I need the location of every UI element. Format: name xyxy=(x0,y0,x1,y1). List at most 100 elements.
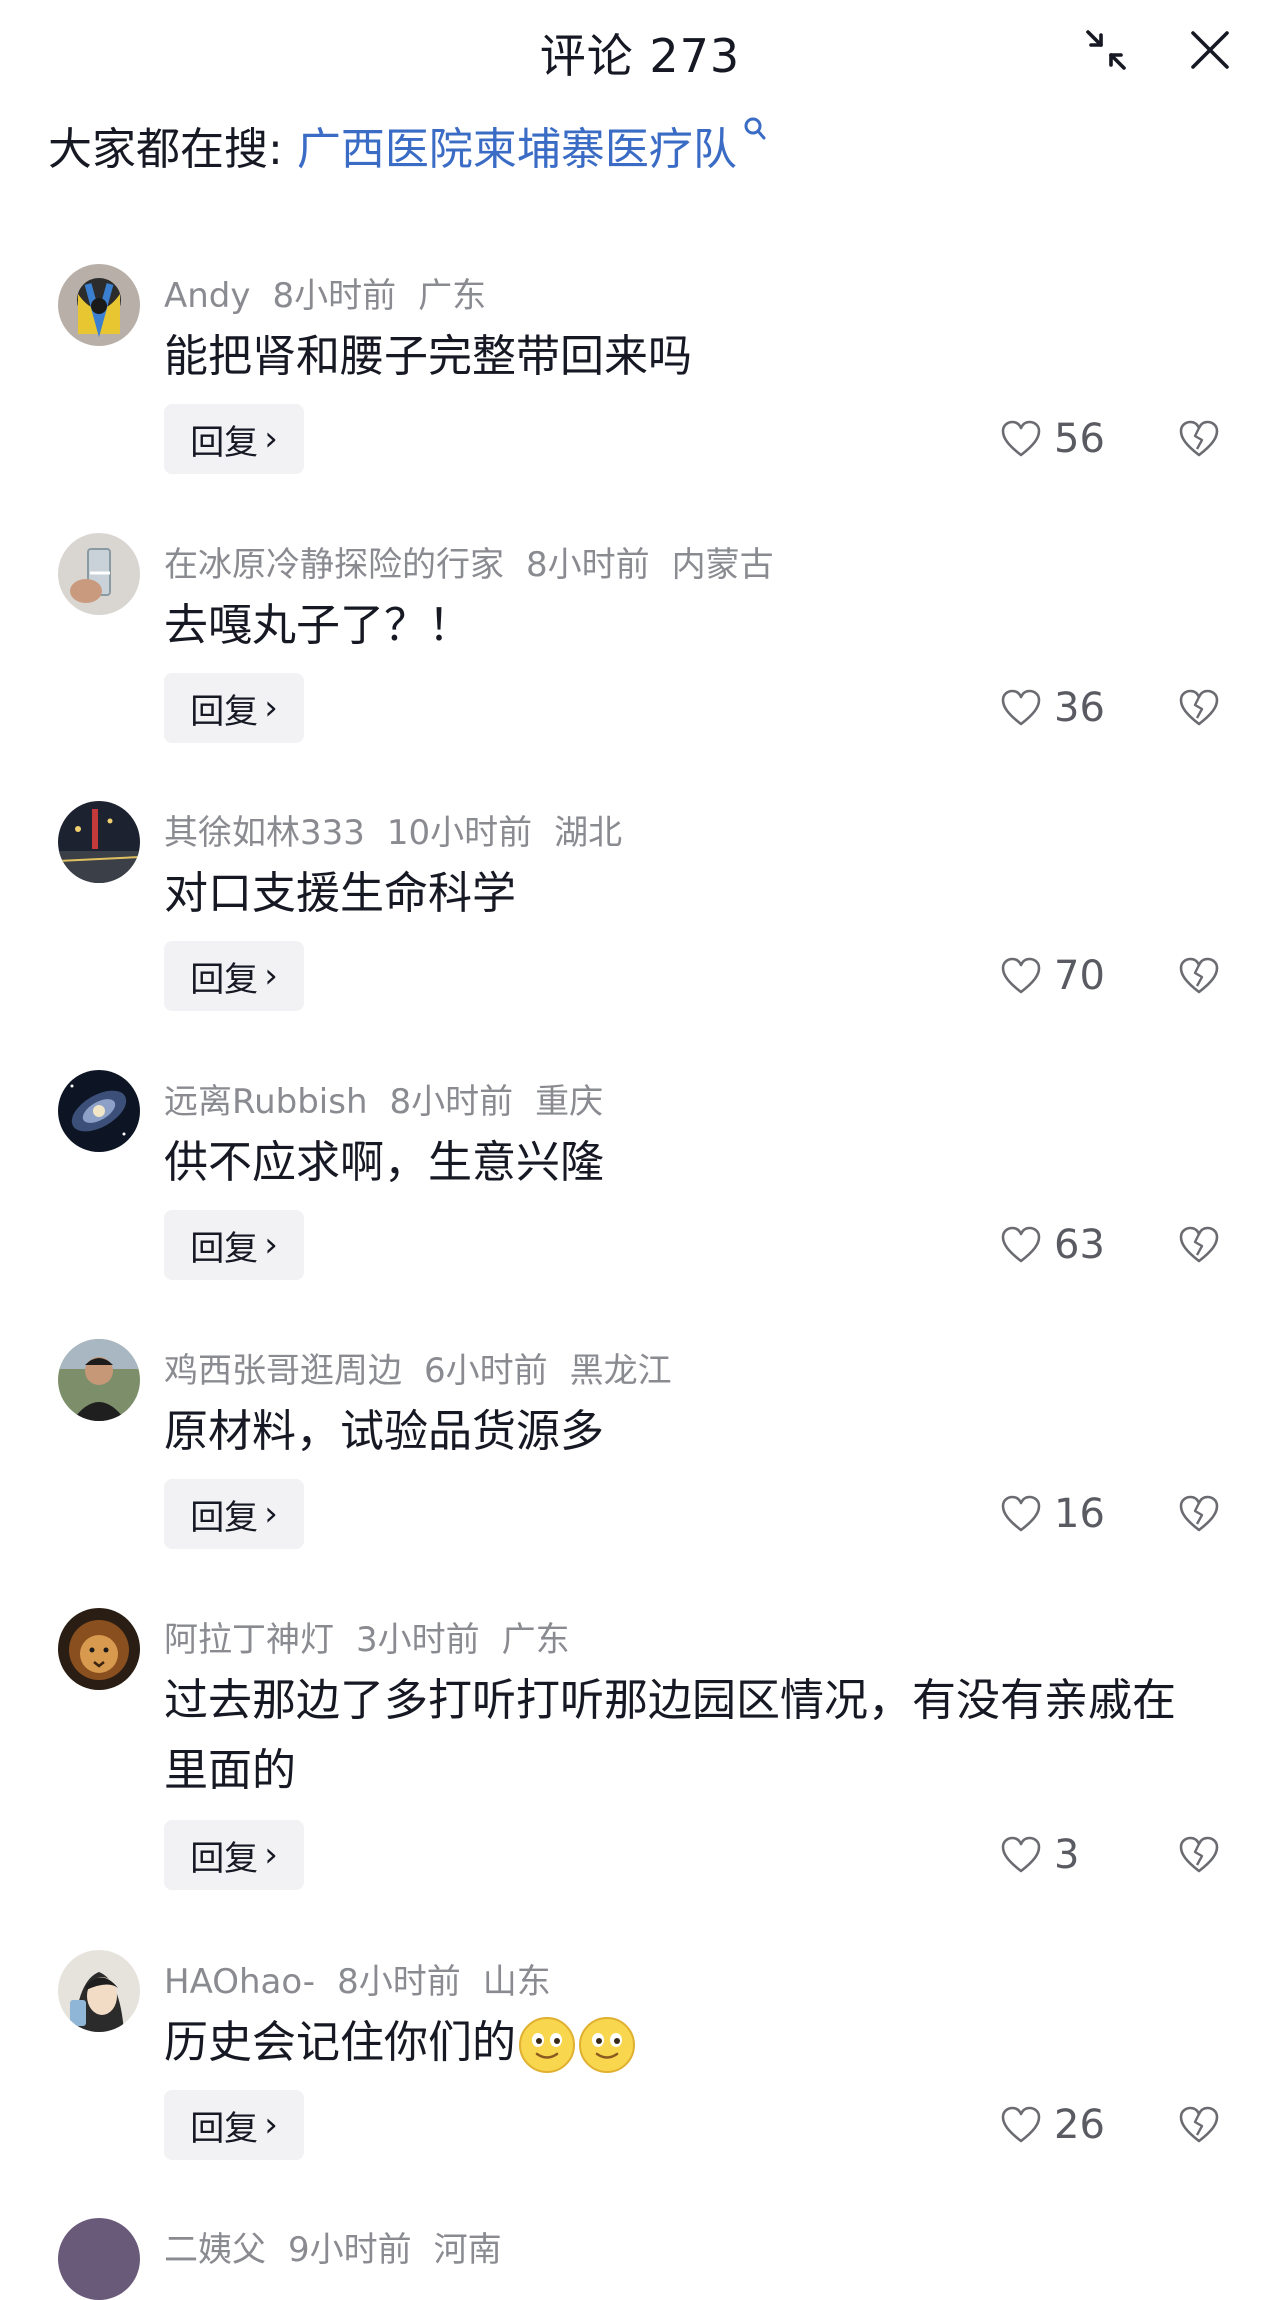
broken-heart-icon xyxy=(1179,1226,1219,1263)
comment-username[interactable]: HAOhao- xyxy=(164,1962,315,2002)
reply-button[interactable]: 回复 › xyxy=(164,1210,304,1280)
comment-time: 8小时前 xyxy=(272,276,397,316)
comment-time: 8小时前 xyxy=(526,545,650,585)
comment-username[interactable]: 阿拉丁神灯 xyxy=(164,1620,334,1660)
avatar[interactable] xyxy=(58,264,140,346)
chevron-right-icon: › xyxy=(264,419,278,459)
chevron-right-icon: › xyxy=(264,1494,278,1534)
comment-text: 去嘎丸子了？！ xyxy=(164,600,472,651)
reply-button[interactable]: 回复 › xyxy=(164,1479,304,1549)
dislike-button[interactable] xyxy=(1176,2090,1222,2160)
broken-heart-icon xyxy=(1179,689,1219,726)
comment-meta: Andy 8小时前 广东 xyxy=(164,268,508,317)
reply-button[interactable]: 回复 › xyxy=(164,941,304,1011)
chevron-right-icon: › xyxy=(264,2105,278,2145)
search-icon[interactable] xyxy=(743,116,767,144)
reply-button[interactable]: 回复 › xyxy=(164,673,304,743)
like-button[interactable]: 56 xyxy=(1000,404,1105,474)
comment-text: 过去那边了多打听打听那边园区情况，有没有亲戚在里面的 xyxy=(164,1675,1176,1796)
comment-text-content: 历史会记住你们的 xyxy=(164,2017,516,2068)
comment-location: 广东 xyxy=(501,1620,570,1660)
avatar[interactable] xyxy=(58,1608,140,1690)
comment-text: 历史会记住你们的 xyxy=(164,2008,1224,2078)
dislike-button[interactable] xyxy=(1176,941,1222,1011)
comment-username[interactable]: 在冰原冷静探险的行家 xyxy=(164,545,504,585)
broken-heart-icon xyxy=(1179,420,1219,457)
comment-text: 供不应求啊，生意兴隆 xyxy=(164,1137,604,1188)
reply-button[interactable]: 回复 › xyxy=(164,2090,304,2160)
reply-label: 回复 xyxy=(190,2108,259,2149)
like-button[interactable]: 16 xyxy=(1000,1479,1105,1549)
comment-location: 山东 xyxy=(482,1962,551,2002)
like-count: 16 xyxy=(1054,1491,1105,1537)
comment-meta: 远离Rubbish 8小时前 重庆 xyxy=(164,1074,625,1123)
like-button[interactable]: 63 xyxy=(1000,1210,1105,1280)
like-count: 36 xyxy=(1054,685,1105,731)
smile-emoji-icon xyxy=(519,2017,575,2073)
avatar[interactable] xyxy=(58,1339,140,1421)
avatar[interactable] xyxy=(58,533,140,615)
broken-heart-icon xyxy=(1179,957,1219,994)
reply-button[interactable]: 回复 › xyxy=(164,404,304,474)
dislike-button[interactable] xyxy=(1176,404,1222,474)
heart-icon xyxy=(1001,2106,1041,2143)
dislike-button[interactable] xyxy=(1176,1479,1222,1549)
chevron-right-icon: › xyxy=(264,1225,278,1265)
heart-icon xyxy=(1001,957,1041,994)
reply-button[interactable]: 回复 › xyxy=(164,1820,304,1890)
like-count: 26 xyxy=(1054,2102,1105,2148)
smile-emoji-icon xyxy=(579,2017,635,2073)
comment-text: 原材料，试验品货源多 xyxy=(164,1406,604,1457)
reply-label: 回复 xyxy=(190,1497,259,1538)
comment-username[interactable]: 远离Rubbish xyxy=(164,1082,368,1122)
heart-icon xyxy=(1001,689,1041,726)
chevron-right-icon: › xyxy=(264,688,278,728)
comment-username[interactable]: 鸡西张哥逛周边 xyxy=(164,1351,402,1391)
broken-heart-icon xyxy=(1179,1836,1219,1873)
like-button[interactable]: 70 xyxy=(1000,941,1105,1011)
heart-icon xyxy=(1001,420,1041,457)
comment-time: 6小时前 xyxy=(424,1351,548,1391)
comments-header: 评论 273 xyxy=(0,0,1280,110)
close-button[interactable] xyxy=(1182,22,1238,78)
dislike-button[interactable] xyxy=(1176,1210,1222,1280)
avatar[interactable] xyxy=(58,1950,140,2032)
dislike-button[interactable] xyxy=(1176,1820,1222,1890)
comment-location: 河南 xyxy=(433,2230,502,2270)
like-count: 63 xyxy=(1054,1222,1105,1268)
avatar[interactable] xyxy=(58,801,140,883)
comment-location: 黑龙江 xyxy=(569,1351,672,1391)
heart-icon xyxy=(1001,1495,1041,1532)
heart-icon xyxy=(1001,1226,1041,1263)
like-button[interactable]: 36 xyxy=(1000,673,1105,743)
like-button[interactable]: 26 xyxy=(1000,2090,1105,2160)
chevron-right-icon: › xyxy=(264,956,278,996)
comment-text: 对口支援生命科学 xyxy=(164,868,516,919)
comment-time: 9小时前 xyxy=(288,2230,412,2270)
search-suggestion-label: 大家都在搜: xyxy=(48,124,283,175)
comment-meta: 其徐如林333 10小时前 湖北 xyxy=(164,805,644,854)
dislike-button[interactable] xyxy=(1176,673,1222,743)
comment-meta: 二姨父 9小时前 河南 xyxy=(164,2222,524,2271)
comment-text: 能把肾和腰子完整带回来吗 xyxy=(164,331,692,382)
broken-heart-icon xyxy=(1179,1495,1219,1532)
collapse-button[interactable] xyxy=(1078,22,1134,78)
comment-location: 广东 xyxy=(418,276,487,316)
search-suggestion: 大家都在搜: 广西医院柬埔寨医疗队 xyxy=(48,112,767,178)
reply-label: 回复 xyxy=(190,1228,259,1269)
comment-time: 8小时前 xyxy=(337,1962,461,2002)
close-icon xyxy=(1191,31,1229,69)
reply-label: 回复 xyxy=(190,1838,259,1879)
like-button[interactable]: 3 xyxy=(1000,1820,1079,1890)
reply-label: 回复 xyxy=(190,959,259,1000)
comment-username[interactable]: 二姨父 xyxy=(164,2230,266,2270)
comment-time: 8小时前 xyxy=(389,1082,514,1122)
comment-username[interactable]: 其徐如林333 xyxy=(164,813,365,853)
avatar[interactable] xyxy=(58,1070,140,1152)
avatar[interactable] xyxy=(58,2218,140,2300)
comment-location: 内蒙古 xyxy=(671,545,774,585)
like-count: 3 xyxy=(1054,1832,1080,1878)
comment-meta: HAOhao- 8小时前 山东 xyxy=(164,1954,573,2003)
search-suggestion-link[interactable]: 广西医院柬埔寨医疗队 xyxy=(297,113,737,177)
comment-username[interactable]: Andy xyxy=(164,276,251,316)
